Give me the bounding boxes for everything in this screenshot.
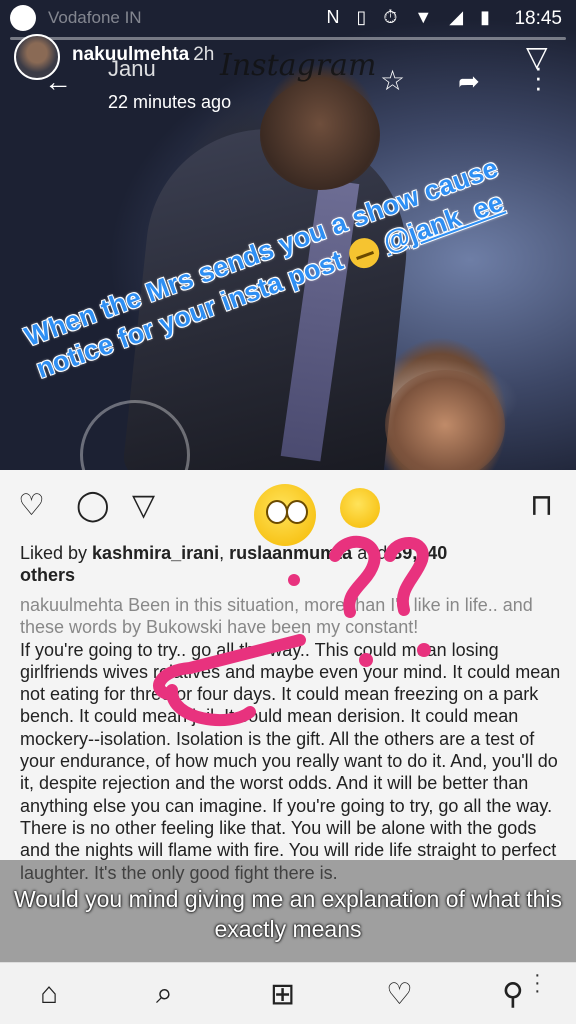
carrier-label: Vodafone IN [48,8,142,27]
photo-subject-face [260,80,380,190]
likes-line[interactable]: Liked by kashmira_irani, ruslaanmumta an… [20,542,560,586]
clock: 18:45 [514,8,562,29]
likes-prefix: Liked by [20,543,93,563]
status-icons: N ▯ ⏱ ▼ ◢ ▮ [326,7,496,27]
eye-roll-emoji-icon [254,484,316,546]
star-icon[interactable]: ☆ [380,64,405,97]
comment-icon[interactable]: ◯ [76,488,110,523]
liker-2[interactable]: ruslaanmumta [229,543,352,563]
whatsapp-icon [10,5,36,31]
status-bar: Vodafone IN N ▯ ⏱ ▼ ◢ ▮ 18:45 [0,0,576,36]
direct-send-icon[interactable]: ▽ [526,40,576,86]
more-options-icon[interactable]: · · · [534,965,541,1001]
share-icon[interactable]: ➦ [458,66,480,97]
post-author-line: nakuulmehta Been in this situation, more… [20,595,533,638]
likes-suffix: others [20,565,76,585]
heart-icon[interactable]: ♡ [18,488,45,523]
post-body: If you're going to try.. go all the way.… [20,639,561,883]
send-icon[interactable]: ▽ [132,488,155,523]
likes-count: 39,740 [392,543,448,563]
instagram-logo: Instagram [220,48,377,83]
thinking-emoji-icon [340,488,380,528]
activity-heart-icon[interactable]: ♡ [386,977,413,1012]
post-caption: nakuulmehta Been in this situation, more… [20,594,566,884]
story-subtitle-text: Would you mind giving me an explanation … [13,886,563,942]
search-icon[interactable]: ⌕ [156,977,173,1011]
home-icon[interactable]: ⌂ [40,977,58,1011]
add-post-icon[interactable]: ⊞ [270,977,295,1012]
profile-icon[interactable]: ⚲ [502,977,524,1012]
message-time: 22 minutes ago [108,92,232,112]
post-actions: ♡ ◯ ▽ ⊓ [0,470,576,546]
story-subtitle-overlay: Would you mind giving me an explanation … [0,860,576,962]
chat-title: Janu [108,56,156,81]
bookmark-icon[interactable]: ⊓ [530,488,553,523]
embedded-app-bar: ← Janu Instagram ☆ ➦ · · · [0,44,576,100]
photo-background-person [385,370,505,480]
back-arrow-icon[interactable]: ← [44,66,72,98]
bottom-nav: ⌂ ⌕ ⊞ ♡ ⚲ · · · [0,962,576,1024]
liker-1[interactable]: kashmira_irani [92,543,219,563]
